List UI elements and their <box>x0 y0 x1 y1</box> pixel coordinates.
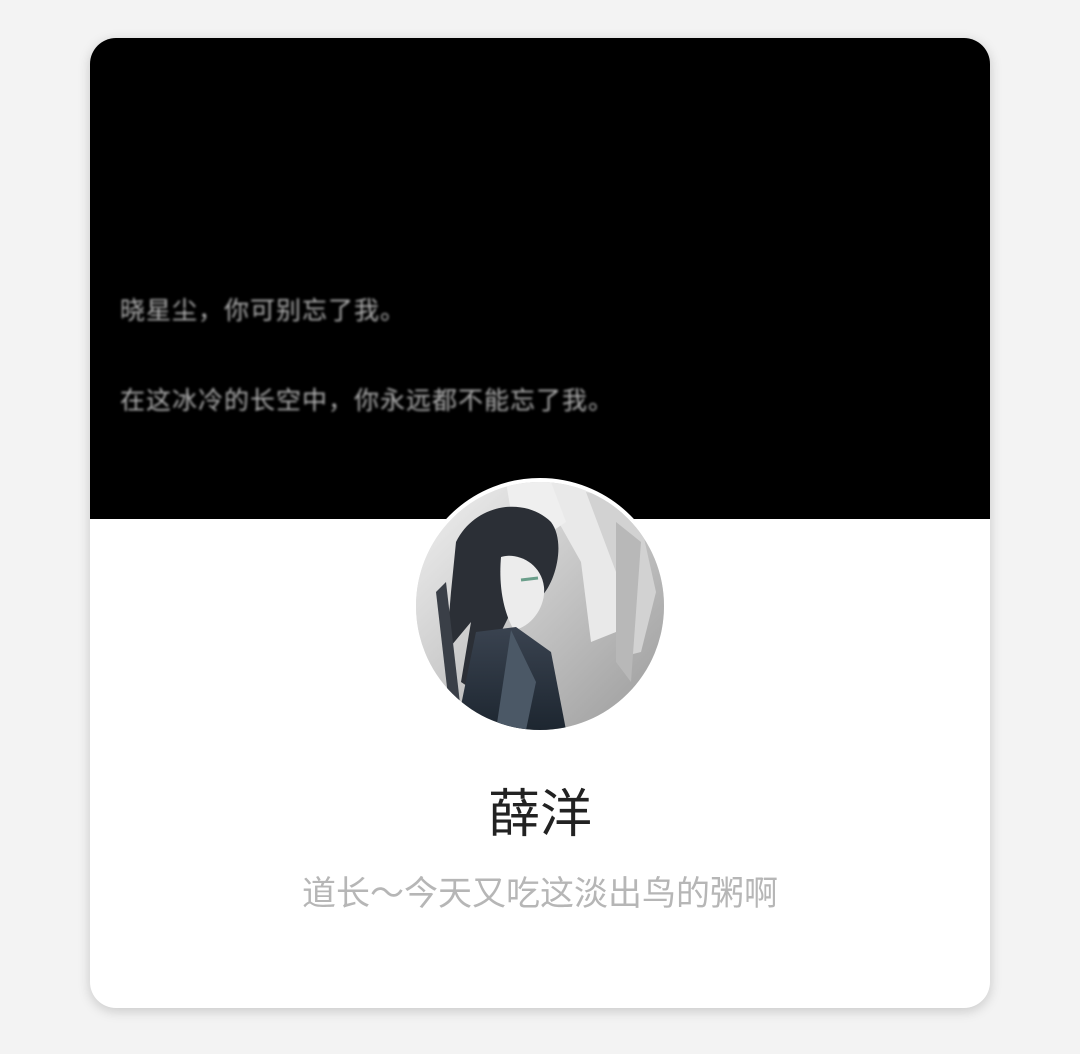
avatar[interactable] <box>412 478 668 734</box>
cover-quote-line: 晓星尘，你可别忘了我。 <box>120 296 407 325</box>
cover-image[interactable]: 晓星尘，你可别忘了我。 在这冰冷的长空中，你永远都不能忘了我。 <box>90 38 990 519</box>
profile-name: 薛洋 <box>487 785 592 845</box>
profile-bio: 道长～今天又吃这淡出鸟的粥啊 <box>302 874 778 914</box>
cover-quote-line: 在这冰冷的长空中，你永远都不能忘了我。 <box>120 386 615 415</box>
profile-card: 晓星尘，你可别忘了我。 在这冰冷的长空中，你永远都不能忘了我。 薛洋 道长～今天… <box>90 38 990 1008</box>
cover-quote: 晓星尘，你可别忘了我。 在这冰冷的长空中，你永远都不能忘了我。 <box>120 236 614 476</box>
avatar-illustration <box>416 482 664 730</box>
